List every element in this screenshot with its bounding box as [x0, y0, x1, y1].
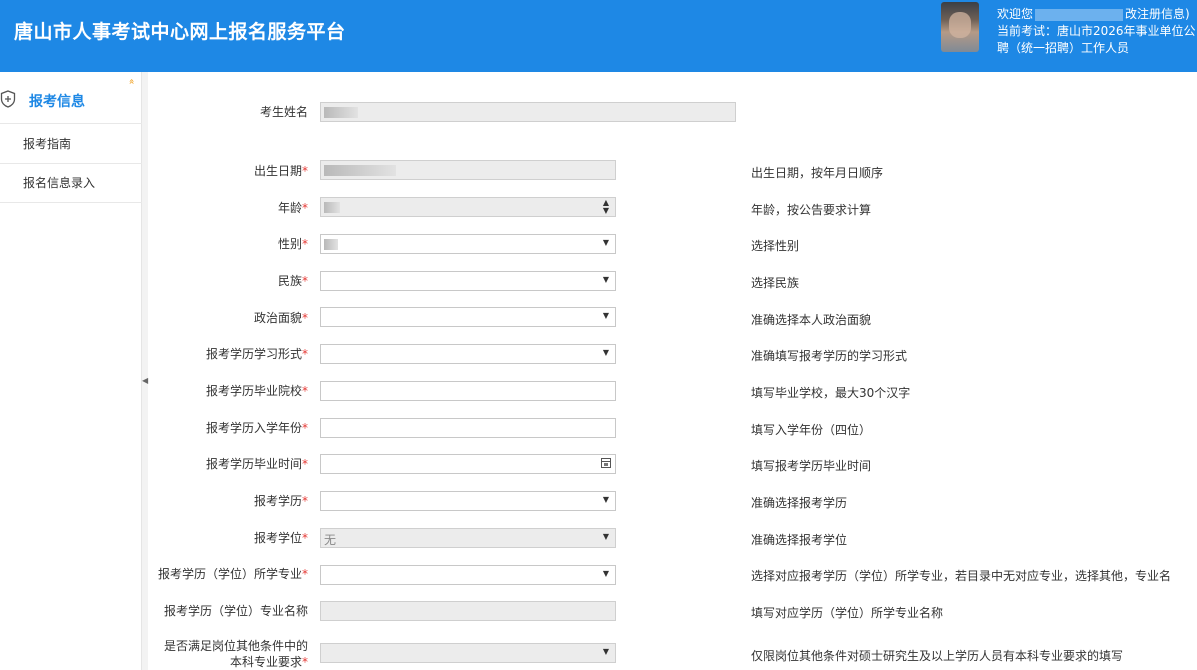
label-enrollment-year: 报考学历入学年份* — [205, 421, 308, 435]
user-avatar[interactable] — [941, 2, 979, 52]
sidebar-item-label: 报考指南 — [23, 137, 72, 151]
sidebar-item-exam-guide[interactable]: 报考指南 — [0, 125, 142, 164]
label-degree: 报考学位* — [253, 531, 308, 545]
hint-major-name: 填写对应学历（学位）所学专业名称 — [751, 606, 944, 620]
top-header: 唐山市人事考试中心网上报名服务平台 欢迎您 改注册信息) 当前考试：唐山市2026… — [0, 0, 1197, 72]
dropdown-caret-icon: ▼ — [602, 311, 609, 320]
hint-ethnicity: 选择民族 — [751, 276, 800, 290]
hint-major: 选择对应报考学历（学位）所学专业，若目录中无对应专业，选择其他，专业名 — [751, 569, 1172, 583]
masked-value — [324, 107, 358, 118]
age-field: ▲ ▼ — [320, 197, 616, 217]
hint-degree: 准确选择报考学位 — [751, 533, 848, 547]
label-ethnicity: 民族* — [277, 274, 308, 288]
label-education-level: 报考学历* — [253, 494, 308, 508]
major-select[interactable]: ▼ — [320, 565, 616, 585]
enrollment-year-input[interactable] — [320, 418, 616, 438]
label-study-form: 报考学历学习形式* — [205, 347, 308, 361]
graduate-school-input[interactable] — [320, 381, 616, 401]
graduation-date-input[interactable] — [320, 454, 616, 474]
user-info: 欢迎您 改注册信息) 当前考试：唐山市2026年事业单位公 聘（统一招聘）工作人员 — [997, 6, 1196, 57]
site-title: 唐山市人事考试中心网上报名服务平台 — [14, 21, 346, 43]
hint-age: 年龄，按公告要求计算 — [751, 203, 872, 217]
label-undergrad-requirement: 是否满足岗位其他条件中的 本科专业要求* — [163, 639, 308, 669]
masked-value — [324, 165, 396, 176]
masked-value — [324, 239, 338, 250]
gender-select[interactable]: ▼ — [320, 234, 616, 254]
collapse-icon[interactable]: » — [126, 78, 137, 84]
degree-value: 无 — [324, 533, 337, 547]
shield-plus-icon — [0, 90, 16, 108]
dropdown-caret-icon: ▼ — [602, 495, 609, 504]
dropdown-caret-icon: ▼ — [602, 238, 609, 247]
label-gender: 性别* — [277, 237, 308, 251]
label-political-status: 政治面貌* — [253, 311, 308, 325]
birthdate-field — [320, 160, 616, 180]
name-field — [320, 102, 736, 122]
undergrad-requirement-select: ▼ — [320, 643, 616, 663]
dropdown-caret-icon: ▼ — [602, 275, 609, 284]
splitter-collapse-icon[interactable]: ◀ — [142, 376, 148, 385]
degree-select: 无 ▼ — [320, 528, 616, 548]
hint-graduation-date: 填写报考学历毕业时间 — [751, 459, 872, 473]
education-level-select[interactable]: ▼ — [320, 491, 616, 511]
hint-gender: 选择性别 — [751, 239, 800, 253]
sidebar: » 报考信息 报考指南 报名信息录入 — [0, 72, 142, 670]
hint-political-status: 准确选择本人政治面貌 — [751, 313, 872, 327]
ethnicity-select[interactable]: ▼ — [320, 271, 616, 291]
sidebar-splitter[interactable] — [142, 72, 148, 670]
spinner-icon: ▲ ▼ — [602, 198, 609, 215]
dropdown-caret-icon: ▼ — [602, 569, 609, 578]
label-major: 报考学历（学位）所学专业* — [157, 567, 308, 581]
major-name-field — [320, 601, 616, 621]
label-major-name: 报考学历（学位）专业名称 — [163, 604, 308, 618]
masked-value — [324, 202, 340, 213]
dropdown-caret-icon: ▼ — [602, 348, 609, 357]
sidebar-item-registration-entry[interactable]: 报名信息录入 — [0, 164, 142, 203]
dropdown-caret-icon: ▼ — [602, 647, 609, 656]
sidebar-header: » 报考信息 — [0, 72, 142, 124]
sidebar-item-label: 报名信息录入 — [23, 176, 96, 190]
label-graduate-school: 报考学历毕业院校* — [205, 384, 308, 398]
current-exam-line2: 聘（统一招聘）工作人员 — [997, 41, 1130, 55]
hint-graduate-school: 填写毕业学校，最大30个汉字 — [751, 386, 911, 400]
hint-study-form: 准确填写报考学历的学习形式 — [751, 349, 908, 363]
study-form-select[interactable]: ▼ — [320, 344, 616, 364]
label-birthdate: 出生日期* — [253, 164, 308, 178]
dropdown-caret-icon: ▼ — [602, 532, 609, 541]
welcome-text: 欢迎您 — [997, 7, 1034, 21]
label-graduation-date: 报考学历毕业时间* — [205, 457, 308, 471]
hint-education-level: 准确选择报考学历 — [751, 496, 848, 510]
sidebar-title: 报考信息 — [29, 94, 85, 110]
hint-birthdate: 出生日期，按年月日顺序 — [751, 166, 884, 180]
calendar-icon[interactable] — [601, 458, 611, 468]
hint-enrollment-year: 填写入学年份（四位） — [751, 423, 872, 437]
current-exam-line1: 当前考试：唐山市2026年事业单位公 — [997, 24, 1196, 38]
label-name: 考生姓名 — [259, 105, 308, 119]
political-status-select[interactable]: ▼ — [320, 307, 616, 327]
masked-username — [1035, 8, 1124, 21]
label-age: 年龄* — [277, 201, 308, 215]
hint-undergrad-requirement: 仅限岗位其他条件对硕士研究生及以上学历人员有本科专业要求的填写 — [751, 649, 1124, 663]
edit-registration-link[interactable]: 改注册信息) — [1125, 7, 1190, 21]
